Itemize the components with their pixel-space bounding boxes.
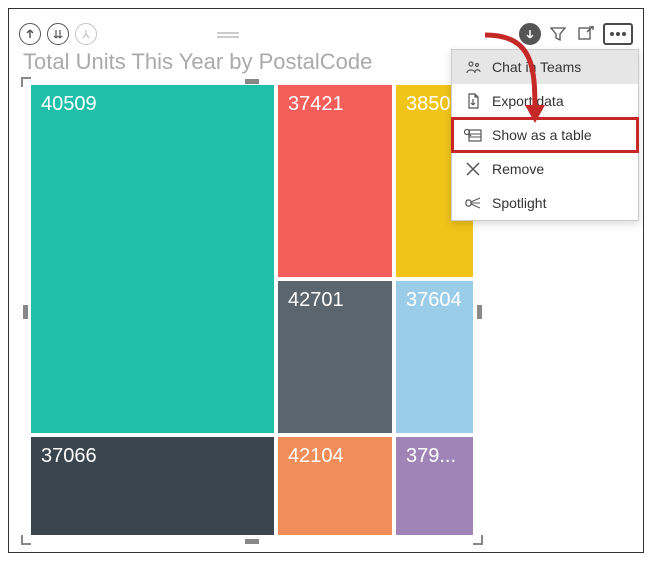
resize-handle-nw[interactable] (21, 77, 35, 91)
menu-export-data[interactable]: Export data (452, 84, 638, 118)
resize-handle-sw[interactable] (21, 531, 35, 545)
drill-up-button[interactable] (19, 23, 41, 45)
menu-label: Export data (492, 93, 564, 109)
remove-icon (464, 160, 482, 178)
tile-40509[interactable]: 40509 (31, 85, 274, 433)
resize-handle-w[interactable] (23, 305, 28, 319)
tile-37066[interactable]: 37066 (31, 437, 274, 535)
context-menu: Chat in Teams Export data Show as a tabl… (451, 49, 639, 221)
menu-label: Show as a table (492, 127, 592, 143)
drill-mode-button[interactable] (519, 23, 541, 45)
chart-title: Total Units This Year by PostalCode (23, 49, 372, 75)
tile-42104[interactable]: 42104 (278, 437, 392, 535)
drag-handle-icon[interactable] (217, 24, 239, 45)
tile-37421[interactable]: 37421 (278, 85, 392, 277)
expand-hierarchy-button[interactable] (75, 23, 97, 45)
menu-show-as-table[interactable]: Show as a table (452, 118, 638, 152)
treemap-chart[interactable]: 40509 37066 37421 42701 42104 38501 3760… (31, 85, 473, 535)
menu-spotlight[interactable]: Spotlight (452, 186, 638, 220)
visual-frame: Total Units This Year by PostalCode 4050… (8, 8, 644, 553)
filter-icon[interactable] (547, 23, 569, 45)
focus-mode-icon[interactable] (575, 23, 597, 45)
export-icon (464, 92, 482, 110)
resize-handle-e[interactable] (477, 305, 482, 319)
menu-remove[interactable]: Remove (452, 152, 638, 186)
resize-handle-s[interactable] (245, 539, 259, 544)
menu-label: Chat in Teams (492, 59, 581, 75)
menu-chat-in-teams[interactable]: Chat in Teams (452, 50, 638, 84)
drill-down-button[interactable] (47, 23, 69, 45)
table-icon (464, 126, 482, 144)
more-options-button[interactable] (603, 23, 633, 45)
menu-label: Spotlight (492, 195, 546, 211)
teams-icon (464, 58, 482, 76)
visual-toolbar (19, 21, 633, 47)
resize-handle-se[interactable] (469, 531, 483, 545)
tile-37604[interactable]: 37604 (396, 281, 473, 433)
menu-label: Remove (492, 161, 544, 177)
ellipsis-icon (616, 32, 620, 36)
tile-379[interactable]: 379... (396, 437, 473, 535)
tile-42701[interactable]: 42701 (278, 281, 392, 433)
spotlight-icon (464, 194, 482, 212)
resize-handle-n[interactable] (245, 79, 259, 84)
